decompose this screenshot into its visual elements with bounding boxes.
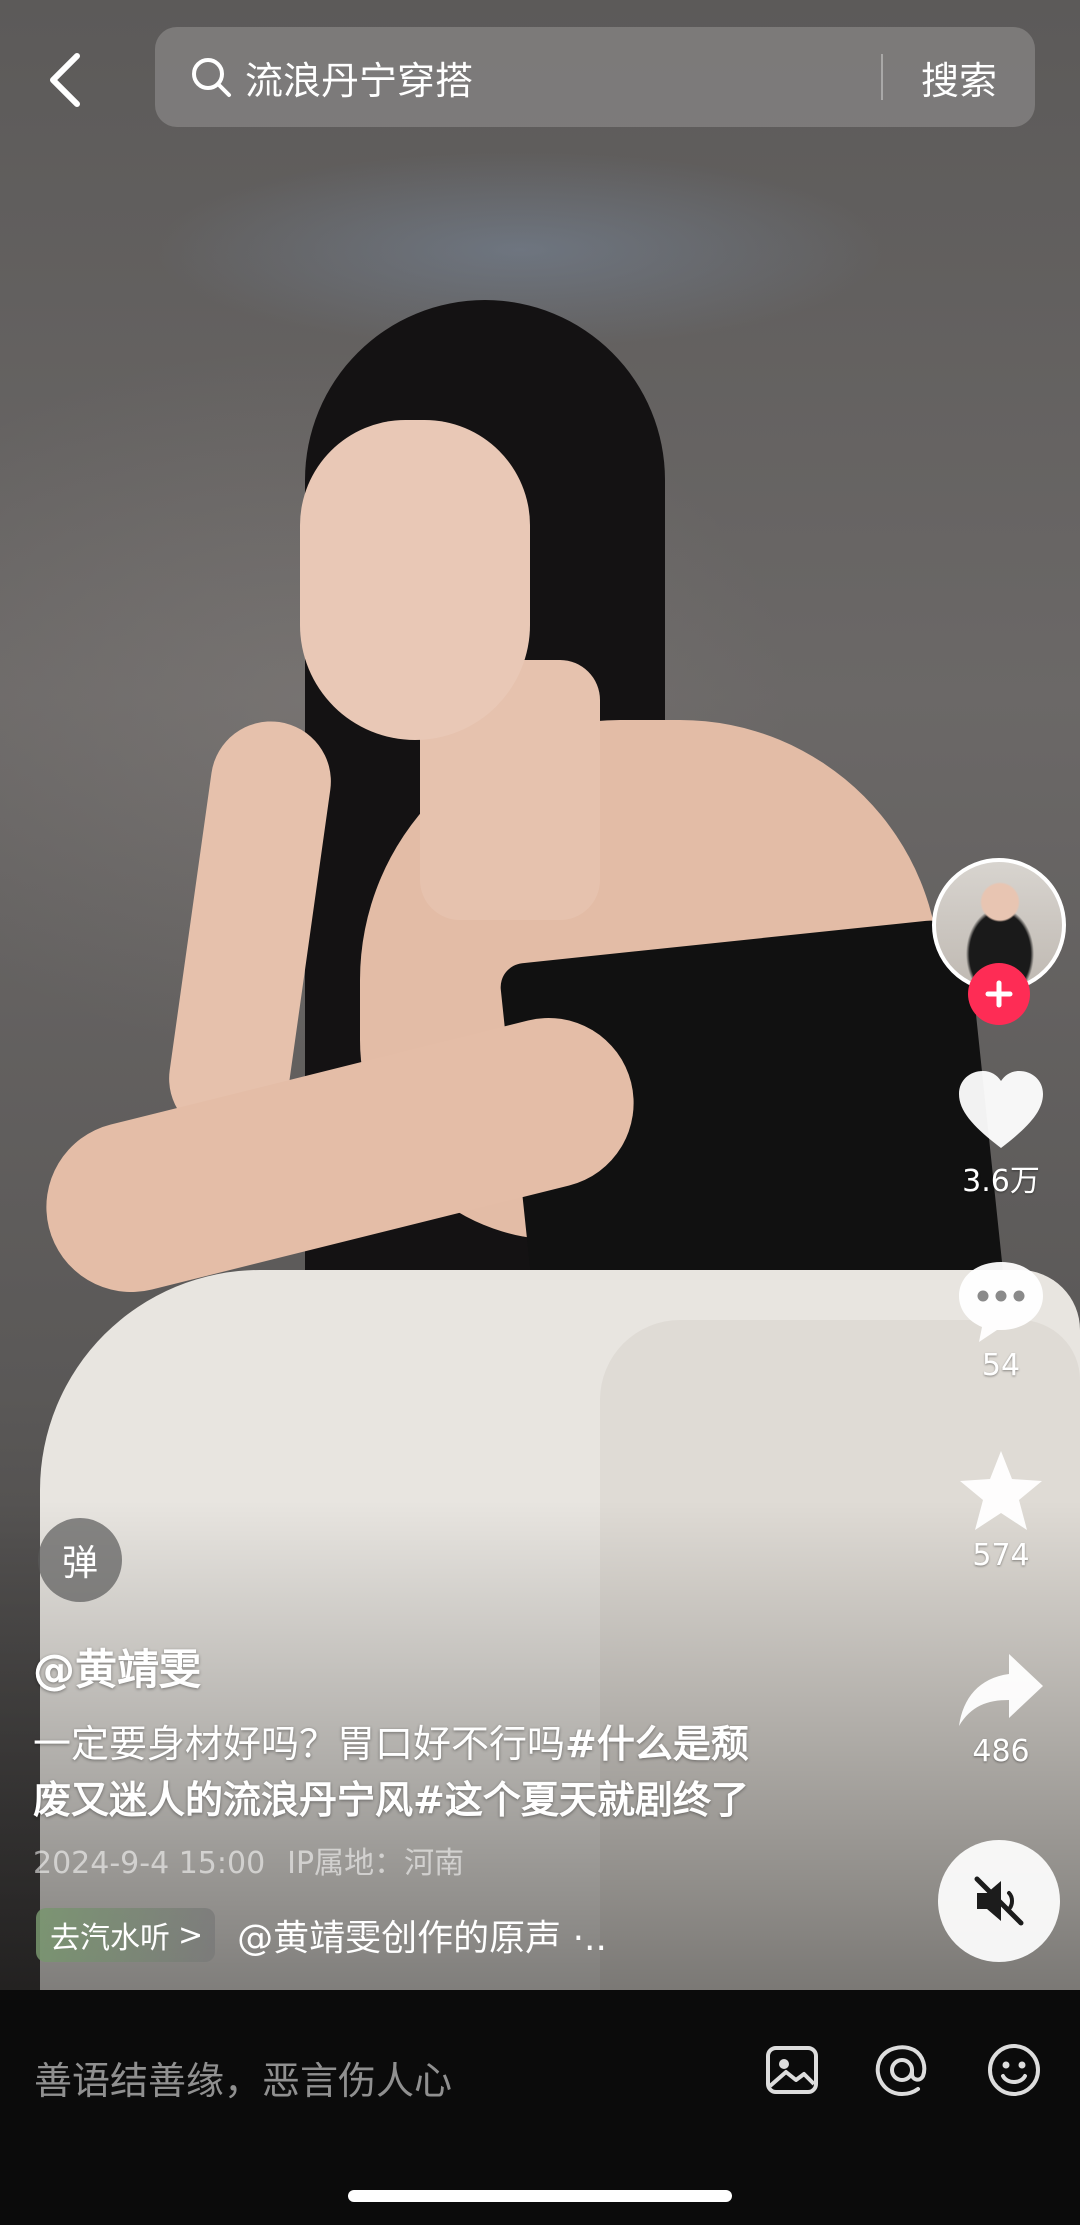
danmaku-label: 弹 bbox=[61, 1543, 98, 1584]
plus-icon bbox=[985, 980, 1013, 1008]
search-icon bbox=[192, 58, 231, 97]
hashtag-link[interactable]: #什么是颓 bbox=[565, 1722, 749, 1766]
image-icon[interactable] bbox=[760, 2038, 824, 2102]
ip-location: IP属地：河南 bbox=[287, 1846, 465, 1881]
back-button[interactable] bbox=[40, 50, 90, 110]
open-in-qishui-label: 去汽水听 bbox=[50, 1921, 170, 1956]
heart-icon bbox=[959, 1071, 1043, 1148]
video-frame-face bbox=[300, 420, 530, 740]
like-count: 3.6万 bbox=[962, 1164, 1040, 1199]
share-icon bbox=[959, 1654, 1043, 1726]
search-input[interactable]: 流浪丹宁穿搭 bbox=[245, 50, 881, 105]
follow-button[interactable] bbox=[968, 963, 1030, 1025]
caption-text: 一定要身材好吗？胃口好不行吗 bbox=[33, 1722, 566, 1766]
chevron-left-icon bbox=[50, 53, 80, 107]
danmaku-toggle-button[interactable]: 弹 bbox=[38, 1518, 122, 1602]
chevron-right-icon: > bbox=[178, 1917, 204, 1953]
music-row: 去汽水听 > @黄靖雯创作的原声 ·.. bbox=[36, 1906, 607, 1964]
star-icon bbox=[960, 1451, 1042, 1530]
like-button[interactable]: 3.6万 bbox=[946, 1068, 1056, 1200]
caption-line-1: 一定要身材好吗？胃口好不行吗#什么是颓 bbox=[33, 1716, 833, 1772]
comment-button[interactable]: 54 bbox=[946, 1258, 1056, 1383]
favorite-count: 574 bbox=[972, 1538, 1030, 1573]
music-title[interactable]: @黄靖雯创作的原声 ·.. bbox=[237, 1909, 607, 1961]
hashtag-link[interactable]: #这个夏天就剧终了 bbox=[413, 1778, 749, 1822]
caption-line-2: 废又迷人的流浪丹宁风#这个夏天就剧终了 bbox=[33, 1772, 833, 1828]
home-indicator[interactable] bbox=[348, 2190, 732, 2202]
author-handle[interactable]: @黄靖雯 bbox=[33, 1636, 201, 1697]
search-button[interactable]: 搜索 bbox=[883, 50, 1035, 105]
post-meta: 2024-9-4 15:00 IP属地：河南 bbox=[33, 1838, 464, 1882]
post-datetime: 2024-9-4 15:00 bbox=[33, 1846, 266, 1881]
hashtag-link-continued[interactable]: 废又迷人的流浪丹宁风 bbox=[33, 1778, 413, 1822]
comment-count: 54 bbox=[981, 1348, 1021, 1383]
emoji-icon[interactable] bbox=[982, 2038, 1046, 2102]
favorite-button[interactable]: 574 bbox=[946, 1448, 1056, 1573]
open-in-qishui-button[interactable]: 去汽水听 > bbox=[36, 1908, 216, 1962]
at-icon[interactable] bbox=[870, 2038, 934, 2102]
share-count: 486 bbox=[972, 1734, 1030, 1769]
comment-icon bbox=[959, 1262, 1043, 1342]
comment-bar: 善语结善缘，恶言伤人心 bbox=[0, 1990, 1080, 2225]
share-button[interactable]: 486 bbox=[946, 1650, 1056, 1769]
comment-input[interactable]: 善语结善缘，恶言伤人心 bbox=[34, 2050, 452, 2105]
search-bar[interactable]: 流浪丹宁穿搭 搜索 bbox=[155, 27, 1035, 127]
mute-button[interactable] bbox=[938, 1840, 1060, 1962]
mute-icon bbox=[974, 1876, 1024, 1926]
video-caption: 一定要身材好吗？胃口好不行吗#什么是颓 废又迷人的流浪丹宁风#这个夏天就剧终了 bbox=[33, 1716, 833, 1828]
